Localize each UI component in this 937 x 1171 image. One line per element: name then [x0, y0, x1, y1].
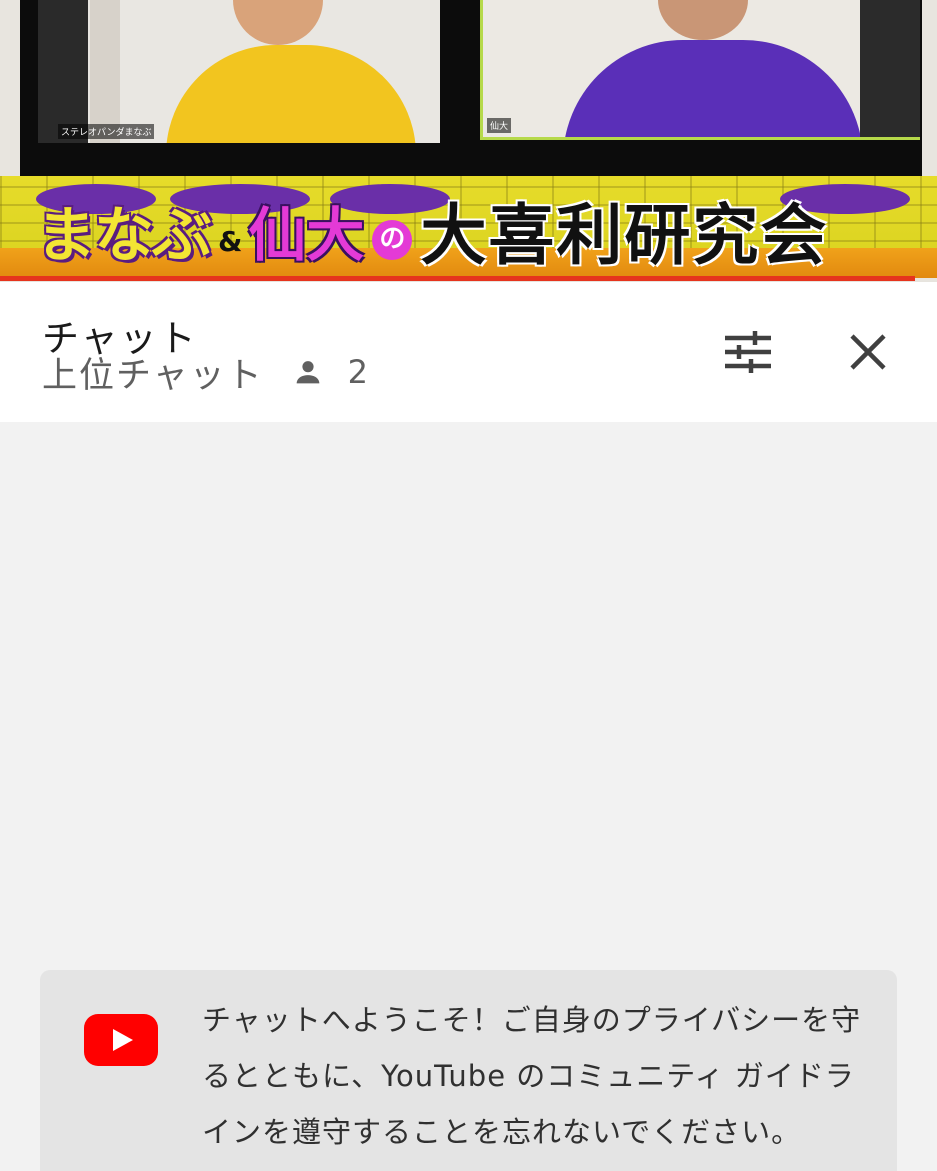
welcome-line: インを遵守することを忘れないでください。: [202, 1115, 802, 1149]
welcome-line: るとともに、YouTube のコミュニティ ガイドラ: [202, 1059, 855, 1093]
banner-title-manabu: まなぶ: [36, 200, 212, 271]
participant-name-tag: 仙大: [487, 118, 512, 133]
viewer-count: 2: [347, 353, 369, 391]
youtube-logo-icon: [84, 1014, 158, 1066]
participant-pane-left: ステレオパンダまなぶ: [38, 0, 440, 143]
chat-mode-label[interactable]: 上位チャット: [42, 347, 264, 398]
chat-messages-area[interactable]: チャットへようこそ！ご自身のプライバシーを守 るとともに、YouTube のコミ…: [0, 422, 937, 1171]
participant-pane-right: 仙大: [480, 0, 920, 140]
person-icon: [292, 356, 324, 388]
page: ステレオパンダまなぶ 仙大 まなぶ & 仙大 の 大喜利研究会 チャット 上位チ…: [0, 0, 937, 1171]
participant-name-tag: ステレオパンダまなぶ: [58, 124, 155, 139]
banner-title-ampersand: &: [218, 225, 243, 258]
banner-title-sendai: 仙大: [248, 201, 365, 269]
background-dark: [860, 0, 920, 137]
welcome-message-card: チャットへようこそ！ご自身のプライバシーを守 るとともに、YouTube のコミ…: [40, 970, 897, 1171]
chat-filter-button[interactable]: [720, 326, 776, 382]
banner-title-main: 大喜利研究会: [420, 197, 829, 274]
participant-body-yellow: [166, 45, 416, 143]
video-player[interactable]: ステレオパンダまなぶ 仙大 まなぶ & 仙大 の 大喜利研究会: [0, 0, 937, 282]
chat-header: チャット 上位チャット 2: [0, 282, 937, 422]
participant-head: [233, 0, 323, 45]
participant-body-purple: [563, 40, 863, 137]
close-icon: [850, 334, 886, 374]
video-progress-bar[interactable]: [0, 276, 915, 281]
chat-mode-selector[interactable]: 上位チャット 2: [42, 351, 369, 396]
background-wall: [90, 0, 120, 143]
close-chat-button[interactable]: [840, 326, 896, 382]
tune-icon: [723, 330, 773, 378]
video-frame: ステレオパンダまなぶ 仙大: [20, 0, 922, 186]
banner-title-particle: の: [372, 220, 413, 260]
background-curtain: [38, 0, 88, 143]
welcome-line: チャットへようこそ！ご自身のプライバシーを守: [202, 1003, 862, 1037]
welcome-message-text: チャットへようこそ！ご自身のプライバシーを守 るとともに、YouTube のコミ…: [202, 992, 872, 1160]
participant-head: [658, 0, 748, 40]
banner-title: まなぶ & 仙大 の 大喜利研究会: [36, 188, 828, 274]
